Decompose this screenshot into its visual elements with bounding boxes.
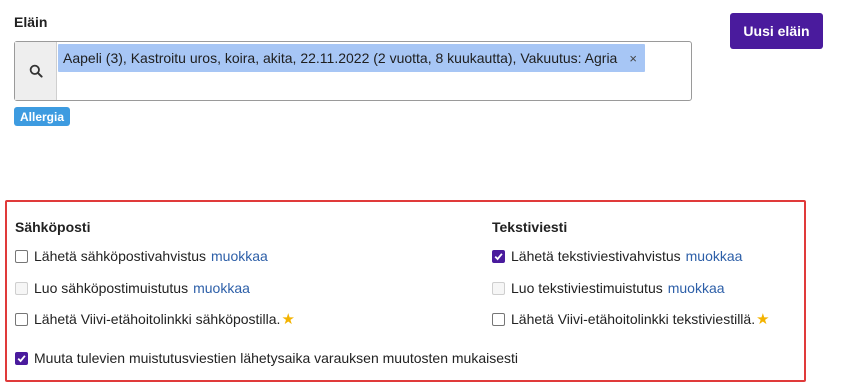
email-reminder-checkbox [15,281,28,295]
animal-select[interactable]: Aapeli (3), Kastroitu uros, koira, akita… [14,41,692,101]
reschedule-reminders-option: Muuta tulevien muistutusviestien lähetys… [15,350,518,366]
edit-link[interactable]: muokkaa [686,248,743,264]
star-icon: ★ [281,311,295,328]
animal-field-label: Eläin [14,14,48,30]
sms-heading: Tekstiviesti [492,219,568,235]
option-label: Luo sähköpostimuistutus [34,280,189,296]
option-label: Lähetä Viivi-etähoitolinkki tekstiviesti… [511,311,756,327]
selected-animal-chip: Aapeli (3), Kastroitu uros, koira, akita… [58,44,645,72]
star-icon: ★ [756,311,770,328]
email-telehealth-checkbox[interactable] [15,312,28,326]
sms-confirmation-checkbox[interactable] [492,249,505,263]
chip-remove-icon[interactable]: × [629,51,637,66]
reschedule-reminders-checkbox[interactable] [15,351,28,365]
edit-link[interactable]: muokkaa [668,280,725,296]
check-icon [494,252,503,260]
search-icon [29,64,43,78]
sms-reminder-checkbox [492,281,505,295]
sms-telehealth-checkbox[interactable] [492,312,505,326]
option-label: Muuta tulevien muistutusviestien lähetys… [34,350,519,366]
check-icon [17,354,26,362]
option-label: Lähetä sähköpostivahvistus [34,248,206,264]
search-addon[interactable] [15,42,57,100]
notification-settings-panel: Sähköposti Tekstiviesti Lähetä sähköpost… [5,200,806,382]
sms-reminder-option: Luo tekstiviestimuistutus muokkaa [492,280,725,296]
email-telehealth-option: Lähetä Viivi-etähoitolinkki sähköpostill… [15,310,295,328]
edit-link[interactable]: muokkaa [193,280,250,296]
option-label: Lähetä tekstiviestivahvistus [511,248,681,264]
email-reminder-option: Luo sähköpostimuistutus muokkaa [15,280,250,296]
option-label: Lähetä Viivi-etähoitolinkki sähköpostill… [34,311,281,327]
email-confirmation-checkbox[interactable] [15,249,28,263]
new-animal-button[interactable]: Uusi eläin [730,13,823,49]
chip-label: Aapeli (3), Kastroitu uros, koira, akita… [63,50,618,66]
allergy-badge: Allergia [14,107,71,126]
sms-telehealth-option: Lähetä Viivi-etähoitolinkki tekstiviesti… [492,310,770,328]
option-label: Luo tekstiviestimuistutus [511,280,663,296]
email-heading: Sähköposti [15,219,91,235]
sms-confirmation-option: Lähetä tekstiviestivahvistus muokkaa [492,248,742,264]
edit-link[interactable]: muokkaa [211,248,268,264]
email-confirmation-option: Lähetä sähköpostivahvistus muokkaa [15,248,268,264]
